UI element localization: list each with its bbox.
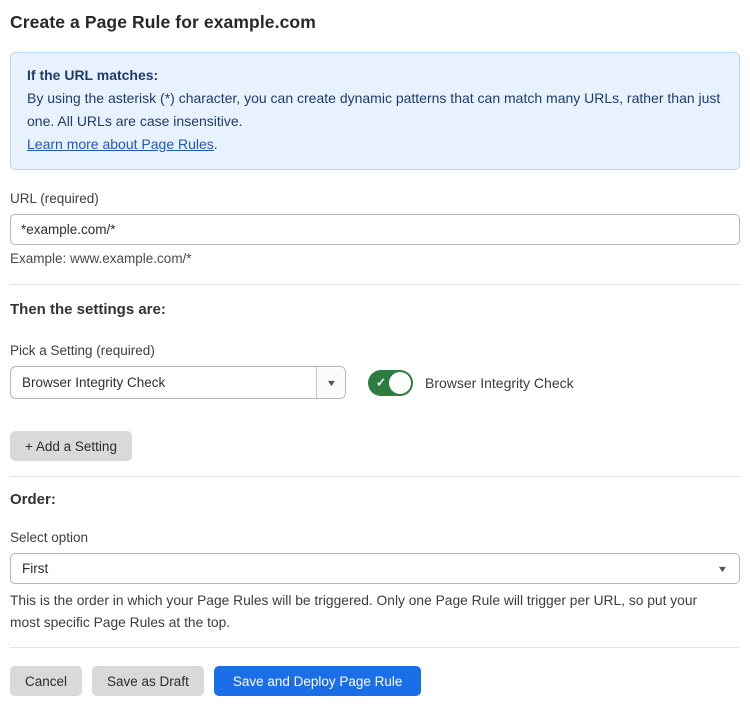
setting-picker-value: Browser Integrity Check — [11, 367, 316, 398]
save-as-draft-button[interactable]: Save as Draft — [92, 666, 204, 696]
order-select-label: Select option — [10, 530, 740, 545]
setting-picker-arrow-button[interactable]: ▼ — [316, 367, 345, 398]
add-setting-button[interactable]: + Add a Setting — [10, 431, 132, 461]
url-field-helper: Example: www.example.com/* — [10, 251, 740, 266]
learn-more-link[interactable]: Learn more about Page Rules — [27, 136, 214, 152]
cancel-button[interactable]: Cancel — [10, 666, 82, 696]
setting-toggle[interactable]: ✓ — [368, 370, 413, 396]
divider — [10, 284, 740, 285]
divider — [10, 647, 740, 648]
save-and-deploy-button[interactable]: Save and Deploy Page Rule — [214, 666, 422, 696]
info-box-body: By using the asterisk (*) character, you… — [27, 87, 723, 133]
toggle-knob — [389, 372, 411, 394]
url-field-label: URL (required) — [10, 191, 740, 206]
info-box-link-line: Learn more about Page Rules. — [27, 133, 723, 156]
url-input[interactable] — [10, 214, 740, 245]
setting-picker-dropdown[interactable]: Browser Integrity Check ▼ — [10, 366, 346, 399]
form-actions: Cancel Save as Draft Save and Deploy Pag… — [10, 666, 740, 696]
settings-section-heading: Then the settings are: — [10, 301, 740, 318]
page-rule-form: Create a Page Rule for example.com If th… — [0, 0, 750, 696]
setting-row: Browser Integrity Check ▼ ✓ Browser Inte… — [10, 366, 740, 399]
setting-picker-label: Pick a Setting (required) — [10, 343, 740, 358]
page-title: Create a Page Rule for example.com — [10, 12, 740, 33]
order-helper-text: This is the order in which your Page Rul… — [10, 590, 722, 634]
check-icon: ✓ — [376, 375, 386, 389]
order-select[interactable]: First ▼ — [10, 553, 740, 584]
info-box-heading: If the URL matches: — [27, 64, 723, 87]
divider — [10, 476, 740, 477]
link-suffix: . — [214, 136, 218, 152]
order-section-heading: Order: — [10, 491, 740, 508]
chevron-down-icon: ▼ — [717, 564, 729, 574]
chevron-down-icon: ▼ — [325, 378, 337, 388]
url-match-info-box: If the URL matches: By using the asteris… — [10, 52, 740, 170]
order-select-value: First — [22, 561, 718, 576]
setting-toggle-label: Browser Integrity Check — [425, 375, 574, 391]
